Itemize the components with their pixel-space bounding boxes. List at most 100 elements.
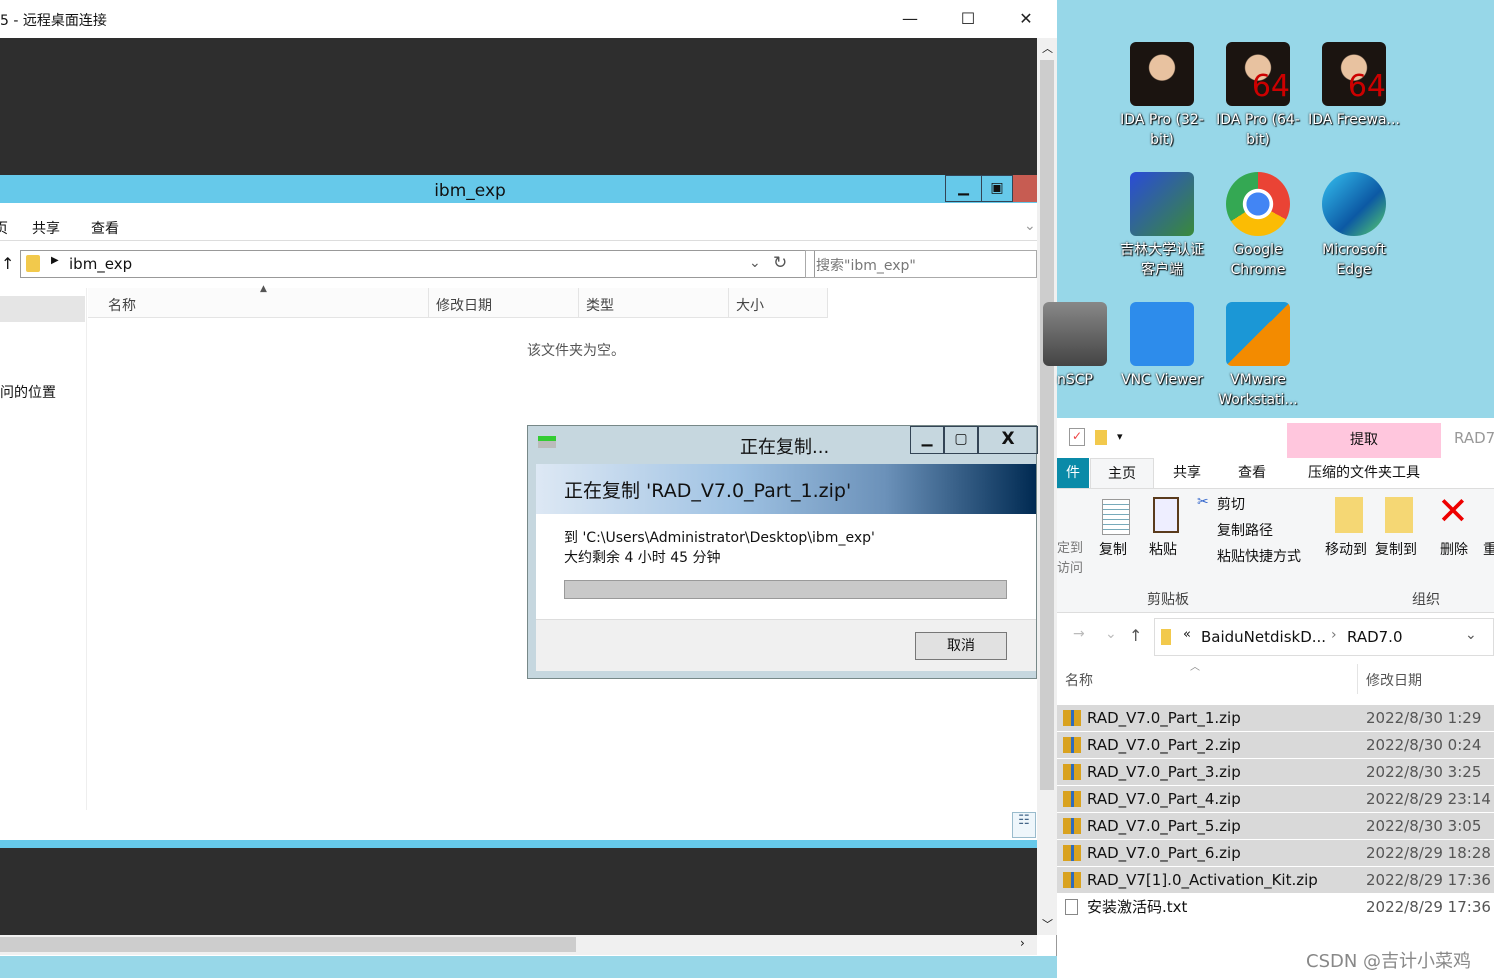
file-row[interactable]: RAD_V7[1].0_Activation_Kit.zip 2022/8/29 … xyxy=(1057,867,1494,893)
remote-desktop-background xyxy=(0,38,1037,175)
desktop-icon[interactable]: 64 IDA Pro (64-bit) xyxy=(1210,42,1306,150)
file-row[interactable]: RAD_V7.0_Part_1.zip 2022/8/30 1:29 xyxy=(1057,705,1494,731)
cut-button[interactable]: 剪切 xyxy=(1217,494,1245,514)
paste-button[interactable]: 粘贴 xyxy=(1149,539,1177,559)
delete-icon[interactable]: ✕ xyxy=(1437,489,1469,533)
nav-selected-item[interactable] xyxy=(0,296,85,322)
properties-icon[interactable]: ✓ xyxy=(1069,428,1085,446)
column-type[interactable]: 类型 xyxy=(579,288,729,318)
folder-icon[interactable] xyxy=(1095,430,1107,445)
cancel-button[interactable]: 取消 xyxy=(915,632,1007,660)
address-bar[interactable]: ▶ ibm_exp ⌄ ↻ xyxy=(20,250,815,278)
file-date: 2022/8/29 18:28 xyxy=(1366,844,1491,862)
refresh-icon[interactable]: ↻ xyxy=(773,253,787,273)
tab-file[interactable]: 件 xyxy=(1057,458,1089,488)
scroll-up-icon[interactable]: ︿ xyxy=(1042,40,1053,56)
window-title: RAD7 xyxy=(1454,429,1494,447)
file-row[interactable]: RAD_V7.0_Part_2.zip 2022/8/30 0:24 xyxy=(1057,732,1494,758)
column-name[interactable]: 名称 xyxy=(88,288,429,318)
pin-quick-access-button[interactable]: 定到 访问 xyxy=(1057,539,1097,579)
copy-icon[interactable] xyxy=(1102,499,1130,535)
dialog-close-button[interactable]: X xyxy=(978,426,1038,454)
copy-destination: 到 'C:\Users\Administrator\Desktop\ibm_ex… xyxy=(564,530,875,546)
address-dropdown-icon[interactable]: ⌄ xyxy=(749,255,761,271)
tab-share[interactable]: 共享 xyxy=(1157,458,1217,488)
tab-home[interactable]: 主页 xyxy=(1090,458,1154,488)
vertical-scrollbar[interactable]: ︿ ﹀ xyxy=(1037,38,1057,935)
copy-path-button[interactable]: 复制路径 xyxy=(1217,520,1273,540)
zip-file-icon xyxy=(1063,710,1081,726)
file-row[interactable]: RAD_V7.0_Part_4.zip 2022/8/29 23:14 xyxy=(1057,786,1494,812)
vertical-scroll-thumb[interactable] xyxy=(1040,60,1054,790)
horizontal-scroll-thumb[interactable] xyxy=(0,937,576,952)
copy-to-button[interactable]: 复制到 xyxy=(1375,539,1417,559)
desktop-icon[interactable]: VMware Workstati... xyxy=(1210,302,1306,410)
desktop-icon[interactable]: 吉林大学认证客户端 xyxy=(1114,172,1210,280)
explorer-maximize-button[interactable]: ▣ xyxy=(981,175,1013,202)
address-bar[interactable]: « BaiduNetdiskD... › RAD7.0 ⌄ xyxy=(1154,618,1494,656)
zip-file-icon xyxy=(1063,845,1081,861)
desktop-icon[interactable]: nSCP xyxy=(1027,302,1123,390)
tab-home[interactable]: 页 xyxy=(0,218,8,238)
explorer-minimize-button[interactable]: ▁ xyxy=(945,175,982,202)
move-to-button[interactable]: 移动到 xyxy=(1325,539,1367,559)
dialog-body: 到 'C:\Users\Administrator\Desktop\ibm_ex… xyxy=(536,514,1036,619)
quick-access-dropdown-icon[interactable]: ▾ xyxy=(1117,430,1123,443)
file-row[interactable]: RAD_V7.0_Part_6.zip 2022/8/29 18:28 xyxy=(1057,840,1494,866)
horizontal-scrollbar[interactable]: › xyxy=(0,935,1037,955)
empty-folder-text: 该文件夹为空。 xyxy=(527,343,625,359)
folder-icon xyxy=(26,255,40,272)
tab-view[interactable]: 查看 xyxy=(1222,458,1282,488)
forward-arrow-icon[interactable]: → xyxy=(1073,626,1085,642)
maximize-button[interactable]: ☐ xyxy=(948,6,988,32)
file-row[interactable]: 安装激活码.txt 2022/8/29 17:36 xyxy=(1057,894,1494,920)
scroll-right-icon[interactable]: › xyxy=(1020,936,1025,950)
file-name: RAD_V7.0_Part_1.zip xyxy=(1087,709,1241,727)
copy-button[interactable]: 复制 xyxy=(1099,539,1127,559)
ida64-icon: 64 xyxy=(1226,42,1290,106)
desktop-icon[interactable]: VNC Viewer xyxy=(1114,302,1210,390)
paste-shortcut-button[interactable]: 粘贴快捷方式 xyxy=(1217,546,1301,566)
recent-dropdown-icon[interactable]: ⌄ xyxy=(1105,626,1117,642)
column-name[interactable]: 名称 xyxy=(1065,670,1093,690)
up-arrow-icon[interactable]: ↑ xyxy=(1129,626,1142,645)
scroll-down-icon[interactable]: ﹀ xyxy=(1042,916,1053,932)
paste-icon[interactable] xyxy=(1153,497,1179,533)
overflow-icon[interactable]: « xyxy=(1183,627,1191,642)
copy-to-icon[interactable] xyxy=(1385,497,1413,533)
tab-view[interactable]: 查看 xyxy=(91,218,119,238)
file-name: RAD_V7[1].0_Activation_Kit.zip xyxy=(1087,871,1318,889)
file-date: 2022/8/29 17:36 xyxy=(1366,871,1491,889)
move-to-icon[interactable] xyxy=(1335,497,1363,533)
copy-progress-bar xyxy=(564,580,1007,599)
folder-icon xyxy=(1161,629,1171,645)
desktop-icon[interactable]: IDA Pro (32-bit) xyxy=(1114,42,1210,150)
column-modified[interactable]: 修改日期 xyxy=(1366,670,1422,690)
dialog-minimize-button[interactable]: ▁ xyxy=(910,426,944,454)
search-input[interactable]: 搜索"ibm_exp" xyxy=(805,250,1037,278)
ribbon-expand-icon[interactable]: ⌄ xyxy=(1024,218,1036,234)
breadcrumb-item[interactable]: BaiduNetdiskD... xyxy=(1201,628,1326,646)
desktop-icon[interactable]: 64 IDA Freewa... xyxy=(1306,42,1402,130)
delete-button[interactable]: 删除 xyxy=(1440,539,1468,559)
tab-compressed-tools[interactable]: 压缩的文件夹工具 xyxy=(1287,458,1441,488)
close-button[interactable]: ✕ xyxy=(1006,6,1046,32)
details-view-icon[interactable]: ☷ xyxy=(1012,812,1036,838)
explorer-close-button[interactable] xyxy=(1013,175,1037,202)
file-row[interactable]: RAD_V7.0_Part_5.zip 2022/8/30 3:05 xyxy=(1057,813,1494,839)
rename-button[interactable]: 重 xyxy=(1483,539,1494,559)
minimize-button[interactable]: — xyxy=(890,6,930,32)
dialog-maximize-button[interactable]: ▢ xyxy=(944,426,978,454)
desktop-icon[interactable]: Microsoft Edge xyxy=(1306,172,1402,280)
file-row[interactable]: RAD_V7.0_Part_3.zip 2022/8/30 3:25 xyxy=(1057,759,1494,785)
column-modified[interactable]: 修改日期 xyxy=(429,288,579,318)
tab-share[interactable]: 共享 xyxy=(32,218,60,238)
address-dropdown-icon[interactable]: ⌄ xyxy=(1465,627,1477,643)
desktop-icon[interactable]: Google Chrome xyxy=(1210,172,1306,280)
explorer-title: ibm_exp xyxy=(434,181,506,201)
extract-tab[interactable]: 提取 xyxy=(1287,423,1441,458)
breadcrumb-item[interactable]: RAD7.0 xyxy=(1347,628,1402,646)
up-arrow-icon[interactable]: ↑ xyxy=(1,254,14,273)
column-size[interactable]: 大小 xyxy=(729,288,828,318)
nav-item-location[interactable]: 问的位置 xyxy=(0,382,56,402)
